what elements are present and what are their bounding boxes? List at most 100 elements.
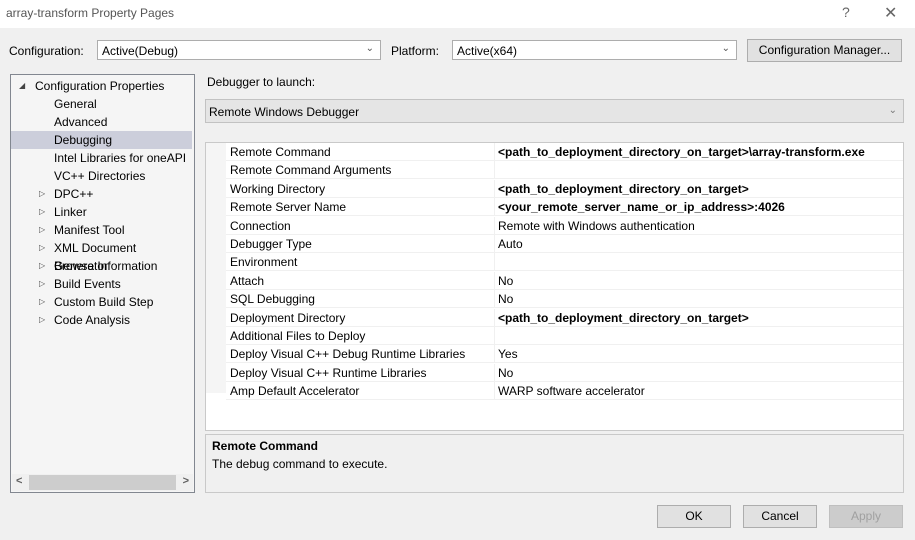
- tree-item-advanced[interactable]: Advanced: [11, 113, 192, 131]
- horizontal-scrollbar[interactable]: < >: [12, 474, 193, 491]
- scroll-left-icon[interactable]: <: [16, 475, 22, 487]
- property-row[interactable]: Working Directory <path_to_deployment_dir…: [226, 179, 903, 198]
- tree-item-debugging[interactable]: Debugging: [11, 131, 192, 149]
- property-name: Working Directory: [230, 181, 326, 196]
- tree-item-vc-directories[interactable]: VC++ Directories: [11, 167, 192, 185]
- tree-item-label: Browse Information: [54, 259, 158, 273]
- expand-triangle-icon[interactable]: ▷: [39, 185, 45, 203]
- cancel-button[interactable]: Cancel: [743, 505, 817, 528]
- column-divider: [494, 179, 495, 198]
- property-value[interactable]: <path_to_deployment_directory_on_target>: [498, 311, 749, 325]
- column-divider: [494, 235, 495, 253]
- expand-triangle-icon[interactable]: ▷: [39, 203, 45, 221]
- tree-item-manifest-tool[interactable]: ▷ Manifest Tool: [11, 221, 192, 239]
- tree-item-custom-build-step[interactable]: ▷ Custom Build Step: [11, 293, 192, 311]
- property-name: Remote Command Arguments: [230, 163, 392, 178]
- property-name: Debugger Type: [230, 237, 312, 251]
- property-row[interactable]: Deploy Visual C++ Runtime Libraries No: [226, 363, 903, 382]
- chevron-down-icon: ⌄: [888, 105, 897, 116]
- tree-item-label: Linker: [54, 205, 87, 219]
- configuration-value: Active(Debug): [102, 44, 179, 58]
- column-divider: [494, 327, 495, 345]
- property-value[interactable]: <path_to_deployment_directory_on_target>…: [498, 145, 865, 159]
- configuration-manager-button[interactable]: Configuration Manager...: [747, 39, 902, 62]
- help-button[interactable]: ?: [842, 4, 850, 20]
- debugger-value: Remote Windows Debugger: [209, 105, 360, 119]
- description-panel: Remote Command The debug command to exec…: [205, 434, 904, 493]
- tree-item-label: Code Analysis: [54, 313, 131, 327]
- title-bar: array-transform Property Pages ? ✕: [0, 0, 915, 28]
- tree-item-label: Custom Build Step: [54, 295, 154, 309]
- tree-item-dpc[interactable]: ▷ DPC++: [11, 185, 192, 203]
- column-divider: [494, 345, 495, 364]
- collapse-triangle-icon[interactable]: ◢: [19, 77, 25, 95]
- tree-item-linker[interactable]: ▷ Linker: [11, 203, 192, 221]
- property-row[interactable]: Connection Remote with Windows authentica…: [226, 216, 903, 235]
- tree-item-label: Intel Libraries for oneAPI: [54, 151, 187, 165]
- expand-triangle-icon[interactable]: ▷: [39, 239, 45, 257]
- property-name: Remote Server Name: [230, 200, 347, 215]
- column-divider: [494, 198, 495, 217]
- property-value[interactable]: Yes: [498, 347, 518, 361]
- tree-item-general[interactable]: General: [11, 95, 192, 113]
- column-divider: [494, 363, 495, 382]
- property-name: Remote Command: [230, 145, 331, 159]
- grid-gutter: [206, 143, 226, 393]
- tree-item-code-analysis[interactable]: ▷ Code Analysis: [11, 311, 192, 329]
- window-title: array-transform Property Pages: [6, 6, 175, 20]
- property-row[interactable]: Attach No: [226, 271, 903, 290]
- expand-triangle-icon[interactable]: ▷: [39, 275, 45, 293]
- property-value[interactable]: Remote with Windows authentication: [498, 219, 695, 233]
- property-row[interactable]: Deploy Visual C++ Debug Runtime Librarie…: [226, 345, 903, 364]
- property-row[interactable]: Debugger Type Auto: [226, 235, 903, 253]
- tree-item-intel-libraries-for-oneapi[interactable]: Intel Libraries for oneAPI: [11, 149, 192, 167]
- apply-button[interactable]: Apply: [829, 505, 903, 528]
- platform-value: Active(x64): [457, 44, 518, 58]
- property-name: Amp Default Accelerator: [230, 384, 360, 399]
- property-row[interactable]: Remote Command <path_to_deployment_direct…: [226, 143, 903, 161]
- property-name: Deployment Directory: [230, 310, 346, 325]
- column-divider: [494, 271, 495, 290]
- close-icon[interactable]: ✕: [884, 3, 897, 23]
- tree-item-build-events[interactable]: ▷ Build Events: [11, 275, 192, 293]
- tree-item-label: Configuration Properties: [35, 79, 165, 93]
- tree-item-label: VC++ Directories: [54, 169, 146, 183]
- property-value[interactable]: <your_remote_server_name_or_ip_address>:…: [498, 200, 785, 214]
- tree-item-browse-information[interactable]: ▷ Browse Information: [11, 257, 192, 275]
- tree-item-label: General: [54, 97, 97, 111]
- property-row[interactable]: Remote Server Name <your_remote_server_na…: [226, 198, 903, 217]
- property-row[interactable]: Remote Command Arguments: [226, 161, 903, 180]
- expand-triangle-icon[interactable]: ▷: [39, 311, 45, 329]
- tree-item-label: Advanced: [54, 115, 108, 129]
- property-row[interactable]: Environment: [226, 253, 903, 272]
- scroll-right-icon[interactable]: >: [183, 475, 189, 487]
- column-divider: [494, 253, 495, 272]
- column-divider: [494, 290, 495, 309]
- property-value[interactable]: WARP software accelerator: [498, 384, 645, 398]
- expand-triangle-icon[interactable]: ▷: [39, 257, 45, 275]
- configuration-dropdown[interactable]: Active(Debug) ⌄: [97, 40, 381, 60]
- column-divider: [494, 308, 495, 327]
- ok-button[interactable]: OK: [657, 505, 731, 528]
- property-value[interactable]: No: [498, 274, 513, 288]
- platform-label: Platform:: [391, 44, 440, 58]
- property-row[interactable]: Additional Files to Deploy: [226, 327, 903, 345]
- property-grid: Remote Command <path_to_deployment_direct…: [205, 142, 904, 431]
- tree-item-label: DPC++: [54, 187, 94, 201]
- tree-item-xml-document-generator[interactable]: ▷ XML Document Generator: [11, 239, 192, 273]
- tree-root-configuration-properties[interactable]: ◢ Configuration Properties: [11, 77, 192, 95]
- property-value[interactable]: <path_to_deployment_directory_on_target>: [498, 182, 749, 196]
- expand-triangle-icon[interactable]: ▷: [39, 221, 45, 239]
- platform-dropdown[interactable]: Active(x64) ⌄: [452, 40, 737, 60]
- debugger-dropdown[interactable]: Remote Windows Debugger ⌄: [205, 99, 904, 123]
- property-name: Environment: [230, 255, 298, 270]
- property-value[interactable]: No: [498, 366, 513, 380]
- property-row[interactable]: SQL Debugging No: [226, 290, 903, 309]
- property-row[interactable]: Deployment Directory <path_to_deployment_…: [226, 308, 903, 327]
- property-row[interactable]: Amp Default Accelerator WARP software acc…: [226, 382, 903, 401]
- property-value[interactable]: No: [498, 292, 513, 306]
- expand-triangle-icon[interactable]: ▷: [39, 293, 45, 311]
- scrollbar-thumb[interactable]: [29, 475, 176, 490]
- property-value[interactable]: Auto: [498, 237, 523, 251]
- column-divider: [494, 382, 495, 401]
